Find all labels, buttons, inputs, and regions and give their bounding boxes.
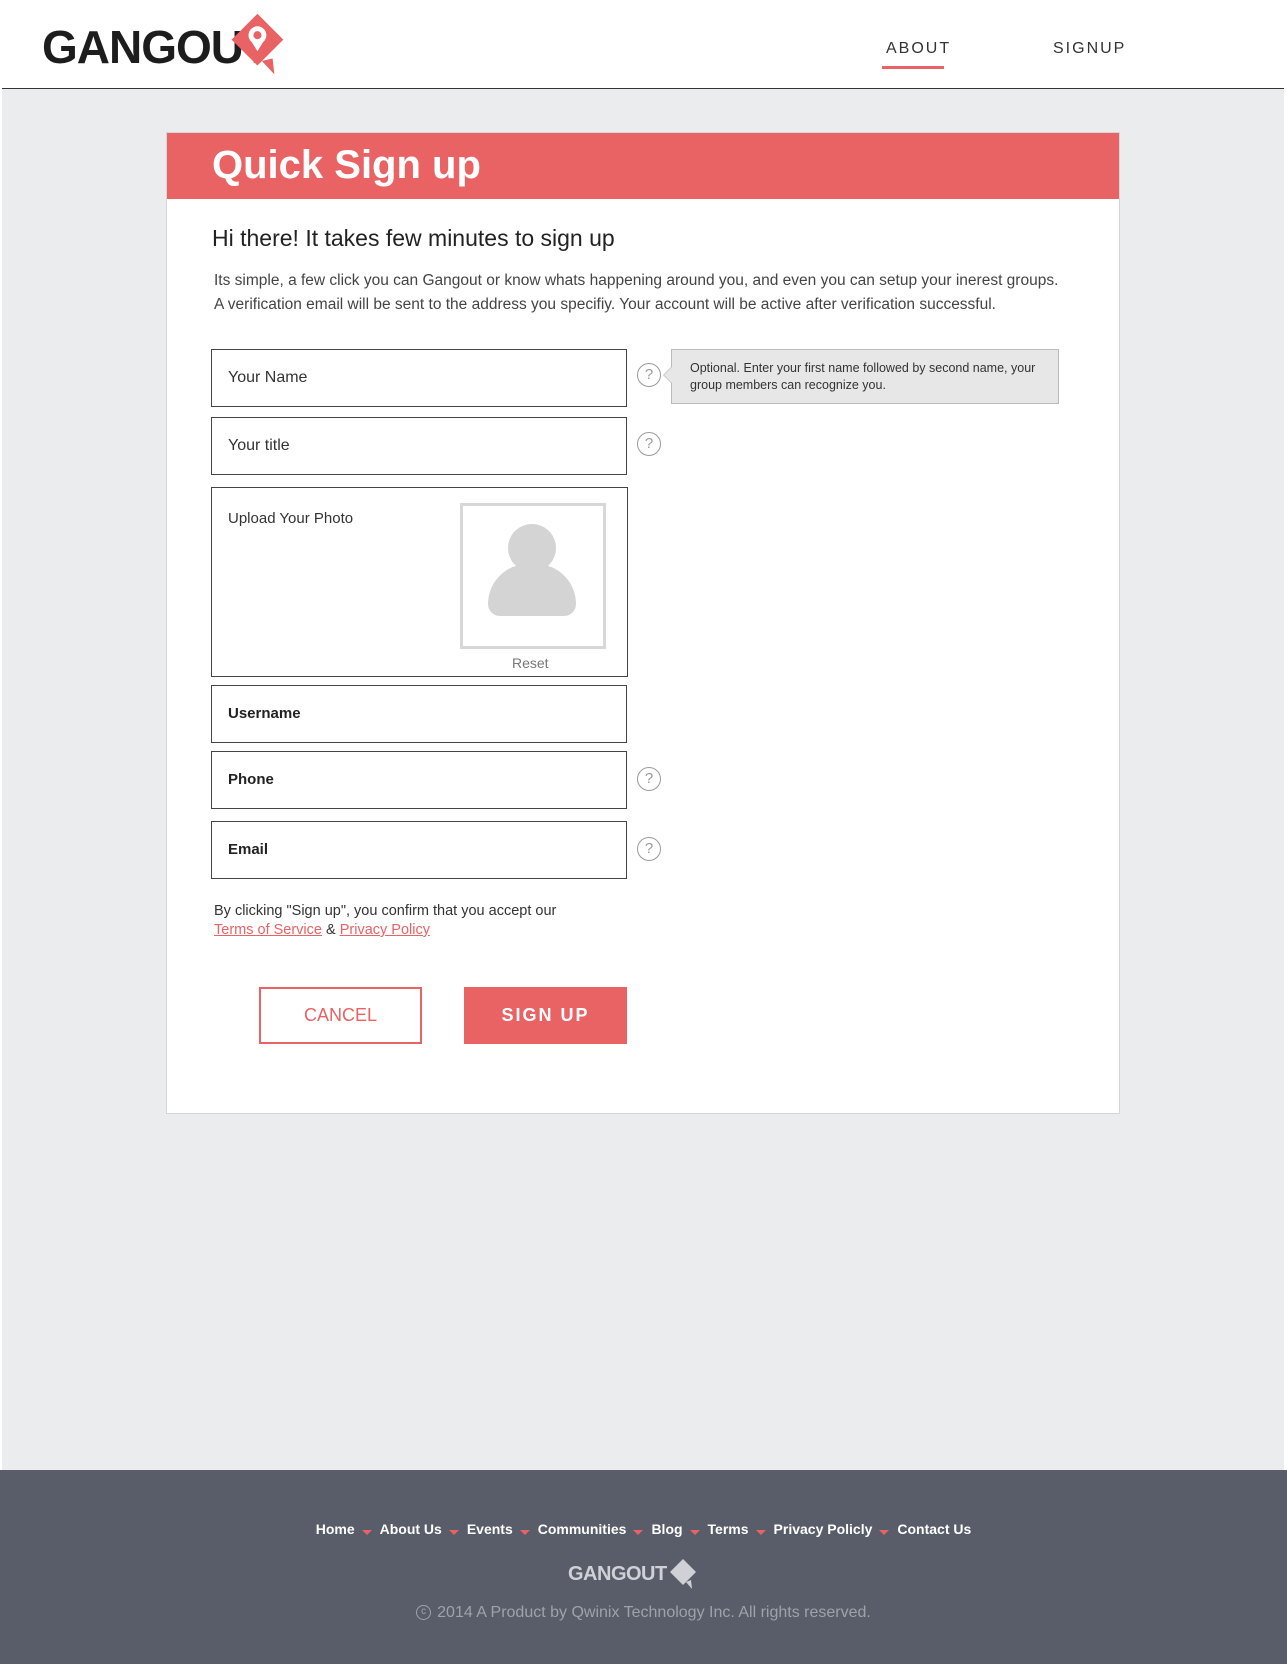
caret-down-icon (633, 1529, 644, 1535)
caret-down-icon (361, 1529, 372, 1535)
nav-about[interactable]: ABOUT (886, 40, 951, 58)
privacy-policy-link[interactable]: Privacy Policy (340, 922, 430, 938)
site-header: GANGOUT ABOUT SIGNUP (2, 0, 1284, 89)
username-field[interactable]: Username (211, 685, 627, 743)
photo-upload[interactable]: Upload Your Photo Reset (211, 487, 628, 677)
caret-down-icon (879, 1529, 890, 1535)
intro-line-1: Its simple, a few click you can Gangout … (214, 272, 1059, 289)
caret-down-icon (689, 1529, 700, 1535)
active-nav-indicator (882, 66, 944, 69)
footer-logo-text: GANGOUT (568, 1562, 667, 1585)
terms-of-service-link[interactable]: Terms of Service (214, 922, 322, 938)
page-title: Quick Sign up (212, 143, 481, 187)
caret-down-icon (755, 1529, 766, 1535)
footer-logo[interactable]: GANGOUT (568, 1556, 701, 1592)
nav-signup[interactable]: SIGNUP (1053, 40, 1126, 58)
footer-link-home[interactable]: Home (316, 1521, 355, 1537)
title-field[interactable]: Your title (211, 417, 627, 475)
tooltip-text: Optional. Enter your first name followed… (690, 361, 1036, 392)
photo-reset-link[interactable]: Reset (512, 655, 549, 671)
footer-link-privacy[interactable]: Privacy Policly (774, 1521, 873, 1537)
footer-link-blog[interactable]: Blog (651, 1521, 682, 1537)
help-icon[interactable]: ? (637, 837, 661, 861)
help-icon[interactable]: ? (637, 432, 661, 456)
card-header: Quick Sign up (167, 133, 1119, 199)
help-icon[interactable]: ? (637, 363, 661, 387)
location-pin-icon (669, 1559, 696, 1589)
terms-notice: By clicking "Sign up", you confirm that … (214, 902, 556, 940)
copyright: c 2014 A Product by Qwinix Technology Inc… (0, 1604, 1287, 1622)
caret-down-icon (519, 1529, 530, 1535)
intro-text: Its simple, a few click you can Gangout … (214, 269, 1094, 317)
signup-button[interactable]: SIGN UP (464, 987, 627, 1044)
terms-and: & (326, 922, 336, 938)
name-placeholder: Your Name (228, 369, 308, 386)
copyright-icon: c (416, 1605, 432, 1621)
footer-link-about-us[interactable]: About Us (380, 1521, 442, 1537)
footer-link-events[interactable]: Events (467, 1521, 513, 1537)
footer-link-terms[interactable]: Terms (708, 1521, 749, 1537)
help-icon[interactable]: ? (637, 767, 661, 791)
footer-nav: Home About Us Events Communities Blog Terms Pr… (0, 1521, 1287, 1537)
site-footer: Home About Us Events Communities Blog Terms Pr… (0, 1470, 1287, 1664)
footer-link-communities[interactable]: Communities (538, 1521, 627, 1537)
cancel-button[interactable]: CANCEL (259, 987, 422, 1044)
username-placeholder: Username (228, 705, 301, 722)
photo-preview[interactable] (460, 503, 606, 649)
caret-down-icon (448, 1529, 459, 1535)
footer-link-contact-us[interactable]: Contact Us (897, 1521, 971, 1537)
terms-prefix: By clicking "Sign up", you confirm that … (214, 903, 557, 919)
email-field[interactable]: Email (211, 821, 627, 879)
email-placeholder: Email (228, 841, 269, 858)
photo-upload-label: Upload Your Photo (228, 510, 354, 527)
greeting: Hi there! It takes few minutes to sign u… (212, 225, 615, 251)
name-field[interactable]: Your Name (211, 349, 627, 407)
phone-placeholder: Phone (228, 771, 274, 788)
title-placeholder: Your title (228, 437, 290, 454)
signup-card: Quick Sign up Hi there! It takes few min… (166, 132, 1120, 1114)
phone-field[interactable]: Phone (211, 751, 627, 809)
copyright-text: 2014 A Product by Qwinix Technology Inc.… (437, 1604, 871, 1621)
location-pin-icon (231, 13, 284, 75)
intro-line-2: A verification email will be sent to the… (214, 296, 996, 313)
avatar-placeholder-body (488, 564, 576, 616)
name-tooltip: Optional. Enter your first name followed… (663, 349, 1059, 404)
